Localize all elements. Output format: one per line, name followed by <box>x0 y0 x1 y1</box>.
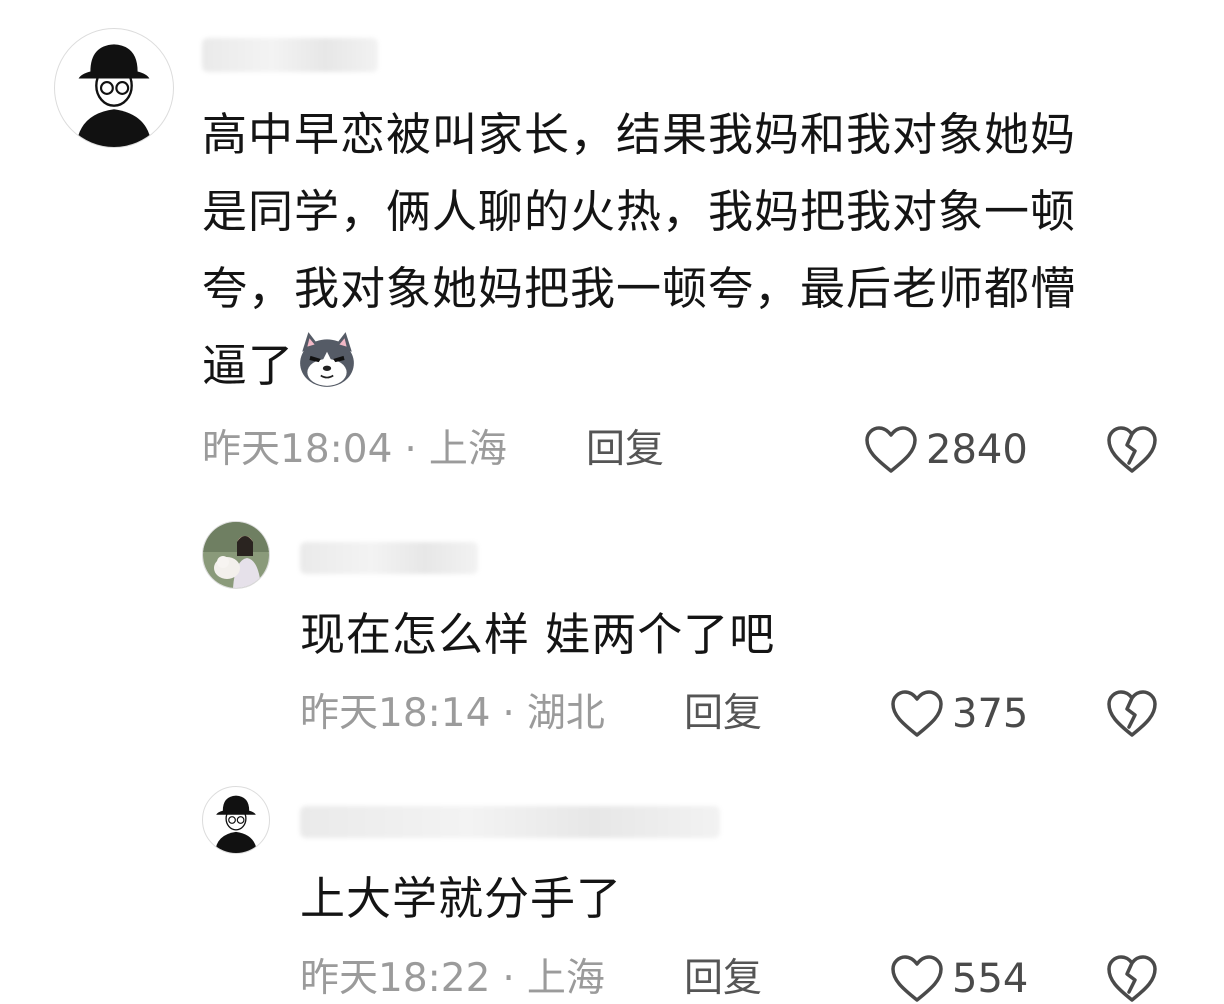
comment-text: 上大学就分手了 <box>300 872 623 925</box>
reply-button[interactable]: 回复 <box>684 689 762 739</box>
avatar-illustration-icon <box>76 44 152 147</box>
like-count: 554 <box>952 956 1029 1002</box>
comment-reply: 现在怎么样 娃两个了吧 昨天18:14 · 湖北 回复 375 <box>0 500 1224 762</box>
comment-location: 上海 <box>428 427 507 472</box>
username-blurred[interactable] <box>300 806 720 838</box>
comment-text: 现在怎么样 娃两个了吧 <box>300 608 776 661</box>
heart-outline-icon <box>891 955 943 1002</box>
reply-button[interactable]: 回复 <box>586 425 664 475</box>
comment-meta: 昨天18:22 · 上海 <box>300 954 605 1004</box>
meta-separator: · <box>502 691 515 736</box>
broken-heart-icon <box>1107 426 1157 473</box>
avatar-photo-icon <box>203 522 269 588</box>
comment-time: 昨天18:04 <box>202 427 393 472</box>
like-button[interactable]: 375 <box>890 689 1028 739</box>
like-count: 375 <box>952 691 1029 737</box>
husky-dog-emoji <box>296 329 358 391</box>
meta-separator: · <box>404 427 417 472</box>
comment-top-level: 高中早恋被叫家长，结果我妈和我对象她妈 是同学，俩人聊的火热，我妈把我对象一顿 … <box>0 0 1224 500</box>
dislike-button[interactable] <box>1106 689 1158 739</box>
comment-text: 高中早恋被叫家长，结果我妈和我对象她妈 是同学，俩人聊的火热，我妈把我对象一顿 … <box>202 108 1077 392</box>
like-button[interactable]: 2840 <box>864 425 1028 475</box>
username-blurred[interactable] <box>202 38 378 72</box>
comment-reply: 上大学就分手了 昨天18:22 · 上海 回复 554 <box>0 762 1224 1002</box>
comment-meta: 昨天18:04 · 上海 <box>202 425 507 475</box>
comment-location: 上海 <box>526 956 605 1001</box>
reply-button[interactable]: 回复 <box>684 954 762 1004</box>
like-count: 2840 <box>926 427 1028 473</box>
comment-time: 昨天18:14 <box>300 691 491 736</box>
comment-meta: 昨天18:14 · 湖北 <box>300 689 605 739</box>
broken-heart-icon <box>1107 955 1157 1002</box>
username-blurred[interactable] <box>300 542 478 574</box>
avatar[interactable] <box>202 521 270 589</box>
comment-time: 昨天18:22 <box>300 956 491 1001</box>
broken-heart-icon <box>1107 690 1157 737</box>
like-button[interactable]: 554 <box>890 954 1028 1004</box>
avatar[interactable] <box>54 28 174 148</box>
dislike-button[interactable] <box>1106 425 1158 475</box>
comment-location: 湖北 <box>526 691 605 736</box>
heart-outline-icon <box>891 690 943 737</box>
meta-separator: · <box>502 956 515 1001</box>
avatar-illustration-icon <box>214 795 258 853</box>
avatar[interactable] <box>202 786 270 854</box>
dislike-button[interactable] <box>1106 954 1158 1004</box>
heart-outline-icon <box>865 426 917 473</box>
